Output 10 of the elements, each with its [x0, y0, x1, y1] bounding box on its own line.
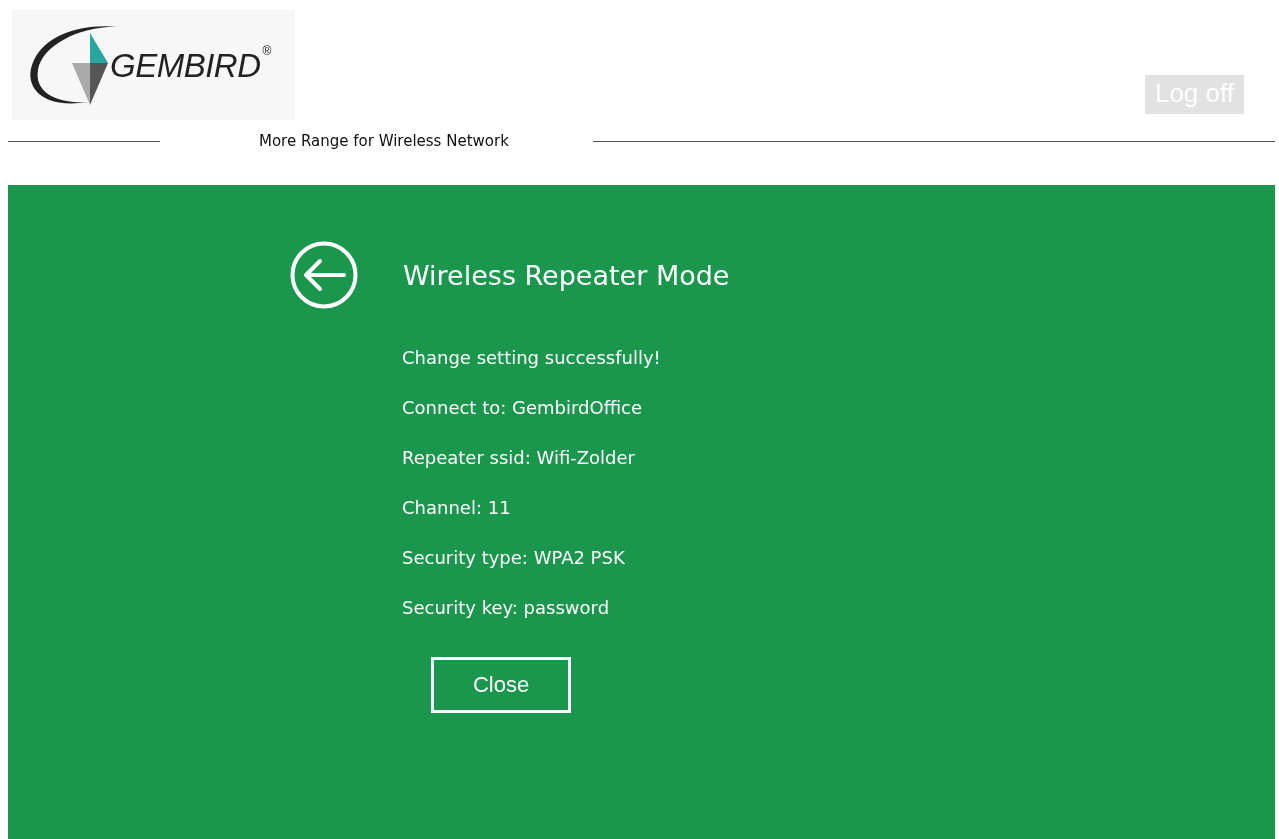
status-line: Channel: 11 [402, 496, 512, 520]
logo-text: GEMBIRD$^{®}$ [110, 43, 271, 85]
status-line: Security type: WPA2 PSK [402, 546, 626, 570]
status-line: Security key: password [402, 596, 611, 620]
status-line: Change setting successfully! [402, 346, 662, 370]
page-title: Wireless Repeater Mode [403, 259, 730, 291]
status-line: Connect to: GembirdOffice [402, 396, 644, 420]
tagline: More Range for Wireless Network [259, 132, 509, 150]
close-button[interactable]: Close [431, 657, 571, 713]
status-line: Repeater ssid: Wifi-Zolder [402, 446, 636, 470]
